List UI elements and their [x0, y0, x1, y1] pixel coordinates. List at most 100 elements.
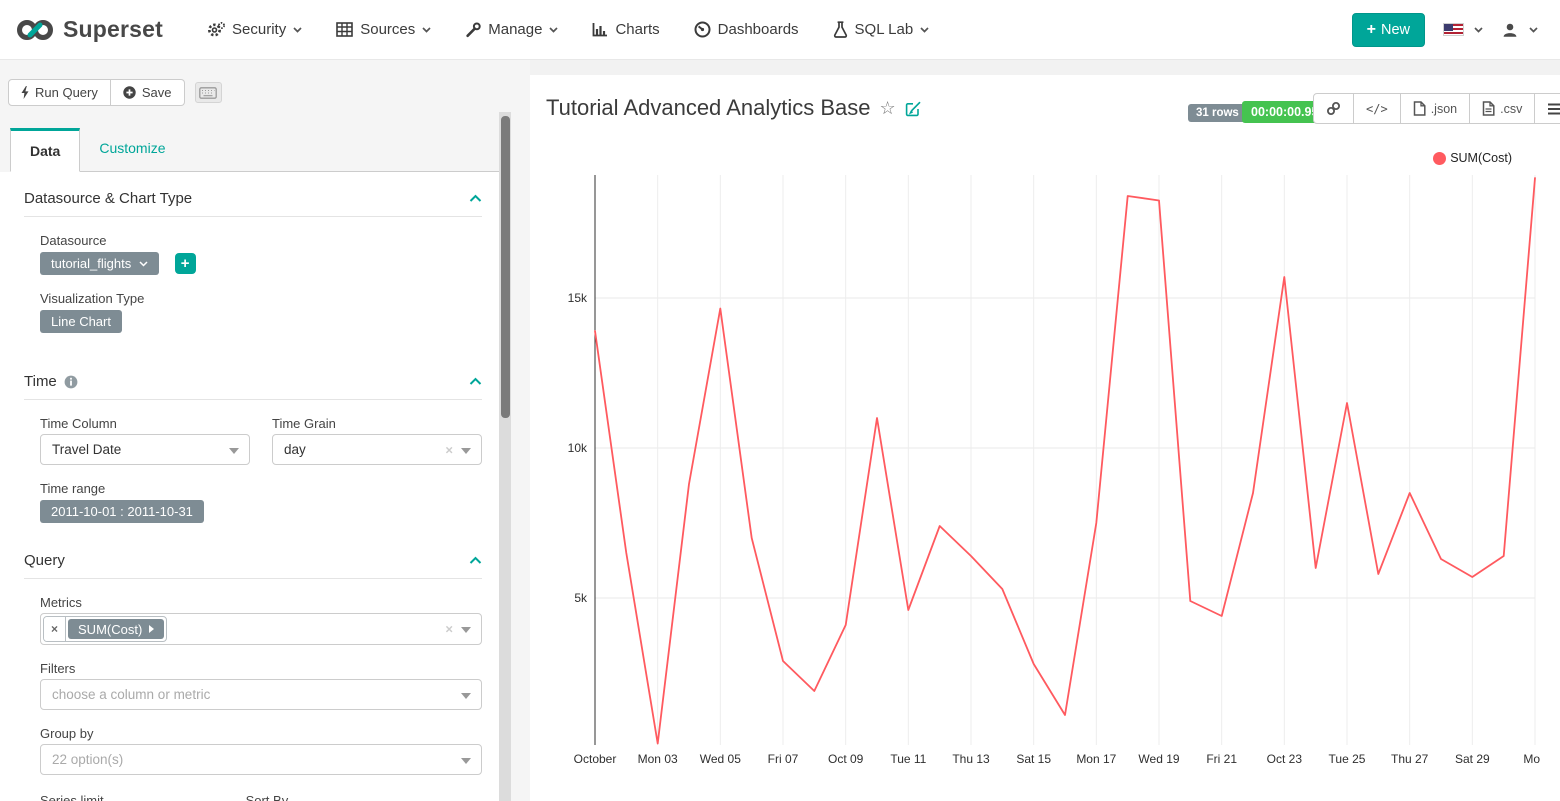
datasource-value-pill[interactable]: tutorial_flights	[40, 252, 159, 275]
x-tick-label: Oct 09	[828, 752, 864, 766]
x-tick-label: Sat 15	[1016, 752, 1051, 766]
time-grain-label: Time Grain	[272, 416, 482, 431]
metric-value: SUM(Cost)	[78, 622, 142, 637]
save-label: Save	[142, 85, 172, 100]
caret-down-icon	[461, 758, 471, 764]
nav-label: Manage	[488, 21, 542, 38]
nav-item-security[interactable]: Security	[193, 13, 316, 47]
edit-datasource-button[interactable]: +	[175, 253, 196, 274]
y-tick-label: 5k	[574, 591, 588, 605]
x-tick-label: Thu 13	[952, 752, 990, 766]
viz-type-pill[interactable]: Line Chart	[40, 310, 122, 333]
line-chart[interactable]: 5k10k15kOctoberMon 03Wed 05Fri 07Oct 09T…	[530, 75, 1540, 785]
caret-down-icon	[461, 693, 471, 699]
wrench-icon	[465, 22, 481, 38]
scrollbar-thumb[interactable]	[501, 116, 510, 418]
x-tick-label: Mon	[1523, 752, 1540, 766]
export-json-button[interactable]: .json	[1401, 93, 1470, 124]
chevron-up-icon[interactable]	[469, 556, 482, 565]
time-range-label: Time range	[40, 481, 482, 496]
panel-scrollbar[interactable]	[499, 112, 511, 801]
metric-pill[interactable]: SUM(Cost)	[68, 619, 164, 639]
sum-cost-line[interactable]	[595, 178, 1535, 744]
user-menu[interactable]	[1501, 21, 1538, 39]
nav-label: Dashboards	[718, 21, 799, 38]
nav-item-sql-lab[interactable]: SQL Lab	[819, 13, 944, 46]
x-tick-label: Tue 11	[890, 752, 926, 766]
tab-customize[interactable]: Customize	[80, 128, 184, 171]
time-range-value: 2011-10-01 : 2011-10-31	[51, 504, 193, 519]
caret-right-icon	[149, 625, 154, 633]
top-navbar: Superset Security Sources Manage	[0, 0, 1560, 60]
viz-type-value: Line Chart	[51, 314, 111, 329]
x-tick-label: Mon 17	[1076, 752, 1116, 766]
legend-sum-cost[interactable]: SUM(Cost)	[1433, 151, 1512, 165]
x-tick-label: October	[574, 752, 617, 766]
time-column-label: Time Column	[40, 416, 250, 431]
save-button[interactable]: Save	[111, 79, 185, 106]
time-grain-select[interactable]: day ×	[272, 434, 482, 465]
new-button[interactable]: + New	[1352, 13, 1425, 47]
superset-logo[interactable]: Superset	[0, 16, 181, 43]
explore-control-panel: Run Query Save Data Customize Datasource…	[0, 60, 530, 801]
x-tick-label: Sat 29	[1455, 752, 1490, 766]
chart-menu-button[interactable]	[1535, 93, 1560, 124]
chevron-up-icon[interactable]	[469, 377, 482, 386]
chevron-down-icon	[422, 27, 431, 33]
bar-chart-icon	[592, 22, 608, 37]
chart-panel: 5k10k15kOctoberMon 03Wed 05Fri 07Oct 09T…	[530, 75, 1560, 801]
clear-icon[interactable]: ×	[445, 622, 453, 637]
filters-select[interactable]: choose a column or metric	[40, 679, 482, 710]
edit-chart-icon[interactable]	[905, 100, 922, 117]
flask-icon	[833, 21, 848, 38]
nav-item-charts[interactable]: Charts	[578, 13, 673, 46]
nav-item-dashboards[interactable]: Dashboards	[680, 13, 813, 46]
viz-type-label: Visualization Type	[40, 291, 482, 306]
series-limit-label: Series limit	[40, 793, 104, 801]
caret-down-icon	[229, 448, 239, 454]
nav-item-sources[interactable]: Sources	[322, 13, 445, 46]
groupby-label: Group by	[40, 726, 482, 741]
nav-item-manage[interactable]: Manage	[451, 13, 572, 46]
share-link-button[interactable]	[1313, 93, 1354, 124]
x-tick-label: Tue 25	[1329, 752, 1366, 766]
y-tick-label: 10k	[568, 441, 588, 455]
legend-dot-icon	[1433, 152, 1446, 165]
language-selector[interactable]	[1443, 23, 1483, 36]
datasource-section: Datasource & Chart Type Datasource tutor…	[24, 190, 482, 333]
nav-label: Charts	[615, 21, 659, 38]
metric-token: × SUM(Cost)	[43, 616, 167, 642]
brand-name: Superset	[63, 16, 163, 43]
data-tab-content: Datasource & Chart Type Datasource tutor…	[0, 172, 499, 801]
time-column-select[interactable]: Travel Date	[40, 434, 250, 465]
remove-metric-button[interactable]: ×	[44, 617, 66, 641]
query-section: Query Metrics × SUM(Cost) ×	[24, 552, 482, 775]
run-query-button[interactable]: Run Query	[8, 79, 111, 106]
export-json-label: .json	[1431, 102, 1457, 116]
keyboard-shortcut-button[interactable]	[195, 82, 222, 103]
export-csv-button[interactable]: .csv	[1470, 93, 1535, 124]
chevron-up-icon[interactable]	[469, 194, 482, 203]
x-tick-label: Fri 07	[768, 752, 799, 766]
chart-title: Tutorial Advanced Analytics Base	[546, 95, 870, 121]
table-icon	[336, 22, 353, 37]
metrics-select[interactable]: × SUM(Cost) ×	[40, 613, 482, 645]
chevron-down-icon	[920, 27, 929, 33]
tab-data[interactable]: Data	[10, 128, 80, 172]
time-column-value: Travel Date	[52, 442, 121, 457]
plus-icon: +	[1367, 21, 1376, 39]
dashboard-icon	[694, 21, 711, 38]
new-button-label: New	[1381, 22, 1410, 38]
nav-label: Security	[232, 21, 286, 38]
x-tick-label: Wed 05	[700, 752, 741, 766]
favorite-star-icon[interactable]: ☆	[879, 99, 895, 117]
view-query-button[interactable]: </>	[1354, 93, 1401, 124]
clear-icon[interactable]: ×	[445, 442, 453, 457]
time-range-pill[interactable]: 2011-10-01 : 2011-10-31	[40, 500, 204, 523]
nav-label: Sources	[360, 21, 415, 38]
x-tick-label: Thu 27	[1391, 752, 1429, 766]
bolt-icon	[21, 86, 29, 99]
chevron-down-icon	[1474, 27, 1483, 33]
section-title: Time	[24, 373, 57, 390]
groupby-select[interactable]: 22 option(s)	[40, 744, 482, 775]
